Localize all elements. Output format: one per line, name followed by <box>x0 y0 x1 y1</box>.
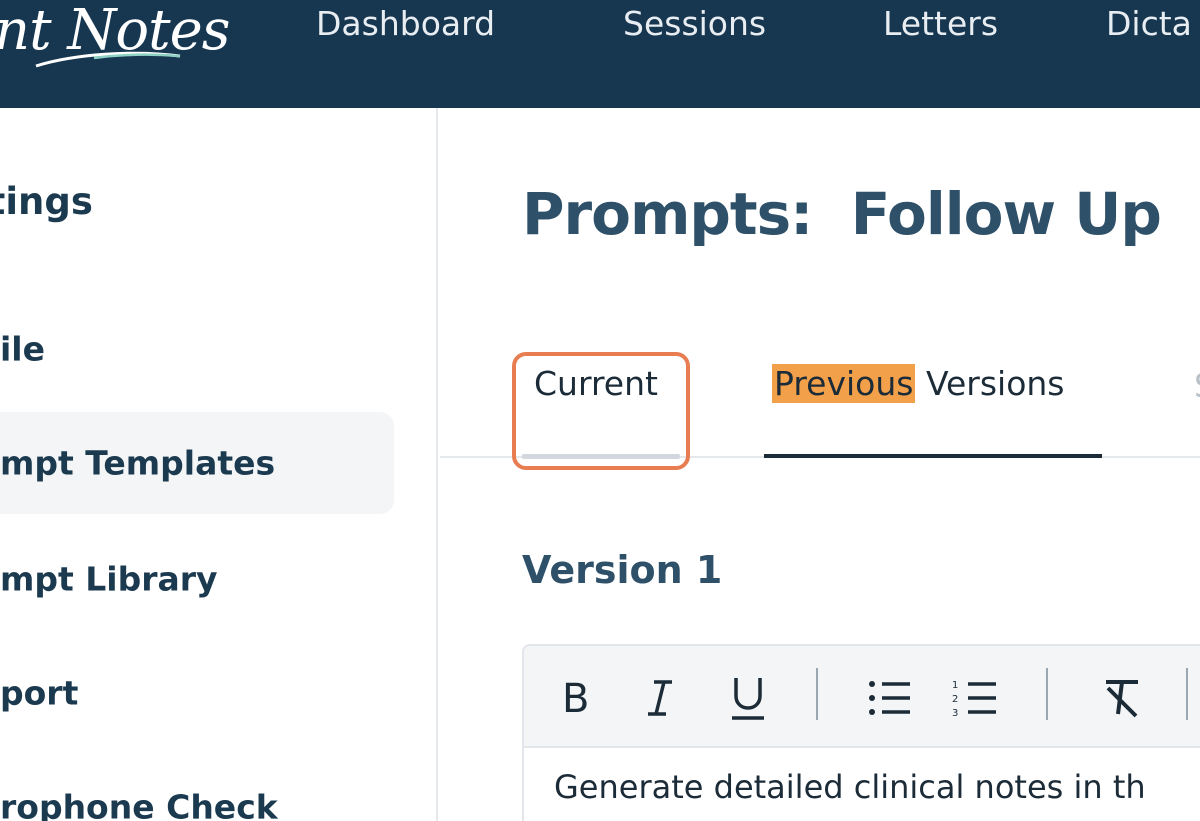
underline-icon[interactable] <box>720 670 776 726</box>
svg-text:3: 3 <box>952 708 958 719</box>
sidebar-item-support[interactable]: port <box>0 642 394 744</box>
sidebar-item-label: ile <box>0 329 46 369</box>
clear-format-icon[interactable] <box>1094 670 1150 726</box>
bullet-list-icon[interactable] <box>862 670 918 726</box>
version-title: Version 1 <box>522 548 723 592</box>
nav-dashboard[interactable]: Dashboard <box>316 4 495 43</box>
settings-sidebar: ttings ile mpt Templates mpt Library por… <box>0 108 438 821</box>
numbered-list-icon[interactable]: 1 2 3 <box>948 670 1004 726</box>
editor-content[interactable]: Generate detailed clinical notes in th <box>554 768 1146 806</box>
main-content: Prompts: Follow Up Current Previous Vers… <box>440 108 1200 821</box>
nav-sessions[interactable]: Sessions <box>623 4 766 43</box>
tab-previous-versions[interactable]: Previous Versions <box>772 364 1065 403</box>
app-logo[interactable]: nt Notes <box>0 0 230 78</box>
sidebar-item-label: mpt Library <box>0 559 218 599</box>
sidebar-heading: ttings <box>0 180 93 223</box>
sidebar-item-label: port <box>0 673 79 713</box>
search-highlight: Previous <box>772 364 916 403</box>
page-title: Prompts: Follow Up <box>522 180 1162 248</box>
sidebar-item-prompt-library[interactable]: mpt Library <box>0 528 394 630</box>
tab-current-underline <box>522 454 680 459</box>
svg-text:1: 1 <box>952 680 958 691</box>
tab-label-rest: Versions <box>915 364 1065 403</box>
toolbar-separator <box>1046 668 1048 720</box>
italic-icon[interactable] <box>632 670 688 726</box>
nav-letters[interactable]: Letters <box>883 4 998 43</box>
rich-text-editor[interactable]: B 1 2 3 Generate detailed clinical notes i… <box>522 644 1200 821</box>
nav-dictation[interactable]: Dicta <box>1106 4 1192 43</box>
svg-text:2: 2 <box>952 694 958 705</box>
sidebar-item-label: mpt Templates <box>0 443 276 483</box>
tab-current[interactable]: Current <box>534 364 658 403</box>
top-navigation-bar: nt Notes Dashboard Sessions Letters Dict… <box>0 0 1200 108</box>
toolbar-separator <box>1186 668 1188 720</box>
bold-icon[interactable]: B <box>546 670 602 726</box>
tab-more[interactable]: S <box>1194 366 1200 405</box>
sidebar-item-label: rophone Check <box>0 787 278 821</box>
logo-swoosh-icon <box>35 51 181 68</box>
svg-text:B: B <box>562 676 589 720</box>
sidebar-item-profile[interactable]: ile <box>0 298 394 400</box>
editor-toolbar: B 1 2 3 <box>524 646 1200 748</box>
sidebar-item-microphone-check[interactable]: rophone Check <box>0 756 394 821</box>
tab-active-indicator <box>764 454 1102 458</box>
sidebar-item-prompt-templates[interactable]: mpt Templates <box>0 412 394 514</box>
toolbar-separator <box>816 668 818 720</box>
